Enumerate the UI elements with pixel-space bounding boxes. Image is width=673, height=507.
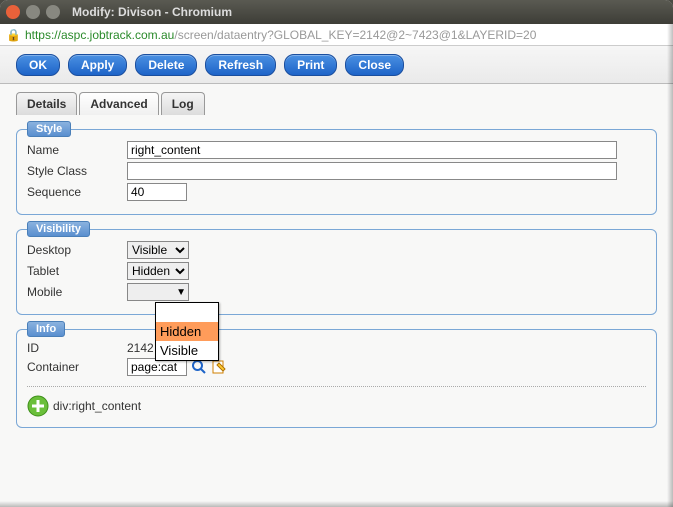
add-icon[interactable] [27,395,49,417]
visibility-legend: Visibility [27,221,90,237]
sequence-input[interactable] [127,183,187,201]
titlebar: Modify: Divison - Chromium [0,0,673,24]
divider [27,386,646,387]
edit-icon[interactable] [211,359,227,375]
print-button[interactable]: Print [284,54,337,76]
name-label: Name [27,143,127,157]
window: Modify: Divison - Chromium 🔒 https://asp… [0,0,673,507]
chevron-down-icon: ▼ [176,287,186,298]
style-legend: Style [27,121,71,137]
container-label: Container [27,360,127,374]
class-label: Style Class [27,164,127,178]
mobile-label: Mobile [27,285,127,299]
url-scheme: https [25,28,51,42]
dropdown-blank[interactable] [156,303,218,322]
tablet-label: Tablet [27,264,127,278]
url-path: /screen/dataentry?GLOBAL_KEY=2142@2~7423… [174,28,536,42]
style-group: Style Name Style Class Sequence [16,129,657,215]
dropdown-visible[interactable]: Visible [156,341,218,360]
delete-button[interactable]: Delete [135,54,197,76]
div-text: div:right_content [53,399,141,413]
visibility-group: Visibility Desktop Visible Tablet Hidden… [16,229,657,315]
info-legend: Info [27,321,65,337]
tab-log[interactable]: Log [161,92,205,115]
toolbar: OK Apply Delete Refresh Print Close [0,46,673,84]
lock-icon: 🔒 [6,28,21,42]
info-group: Info ID 2142 Container div:rig [16,329,657,428]
content: Details Advanced Log Style Name Style Cl… [0,84,673,444]
ok-button[interactable]: OK [16,54,60,76]
id-value: 2142 [127,341,154,355]
tablet-select[interactable]: Hidden [127,262,189,280]
address-bar[interactable]: 🔒 https://aspc.jobtrack.com.au/screen/da… [0,24,673,46]
mobile-select[interactable]: ▼ [127,283,189,301]
search-icon[interactable] [191,359,207,375]
name-input[interactable] [127,141,617,159]
sequence-label: Sequence [27,185,127,199]
desktop-label: Desktop [27,243,127,257]
close-button[interactable]: Close [345,54,404,76]
id-label: ID [27,341,127,355]
dropdown-hidden[interactable]: Hidden [156,322,218,341]
apply-button[interactable]: Apply [68,54,127,76]
window-title: Modify: Divison - Chromium [72,5,232,19]
url-host: ://aspc.jobtrack.com.au [51,28,174,42]
tabs: Details Advanced Log [16,92,657,115]
window-close-button[interactable] [6,5,20,19]
refresh-button[interactable]: Refresh [205,54,276,76]
tab-details[interactable]: Details [16,92,77,115]
class-input[interactable] [127,162,617,180]
window-maximize-button[interactable] [46,5,60,19]
tab-advanced[interactable]: Advanced [79,92,158,115]
mobile-dropdown: Hidden Visible [155,302,219,361]
desktop-select[interactable]: Visible [127,241,189,259]
window-minimize-button[interactable] [26,5,40,19]
